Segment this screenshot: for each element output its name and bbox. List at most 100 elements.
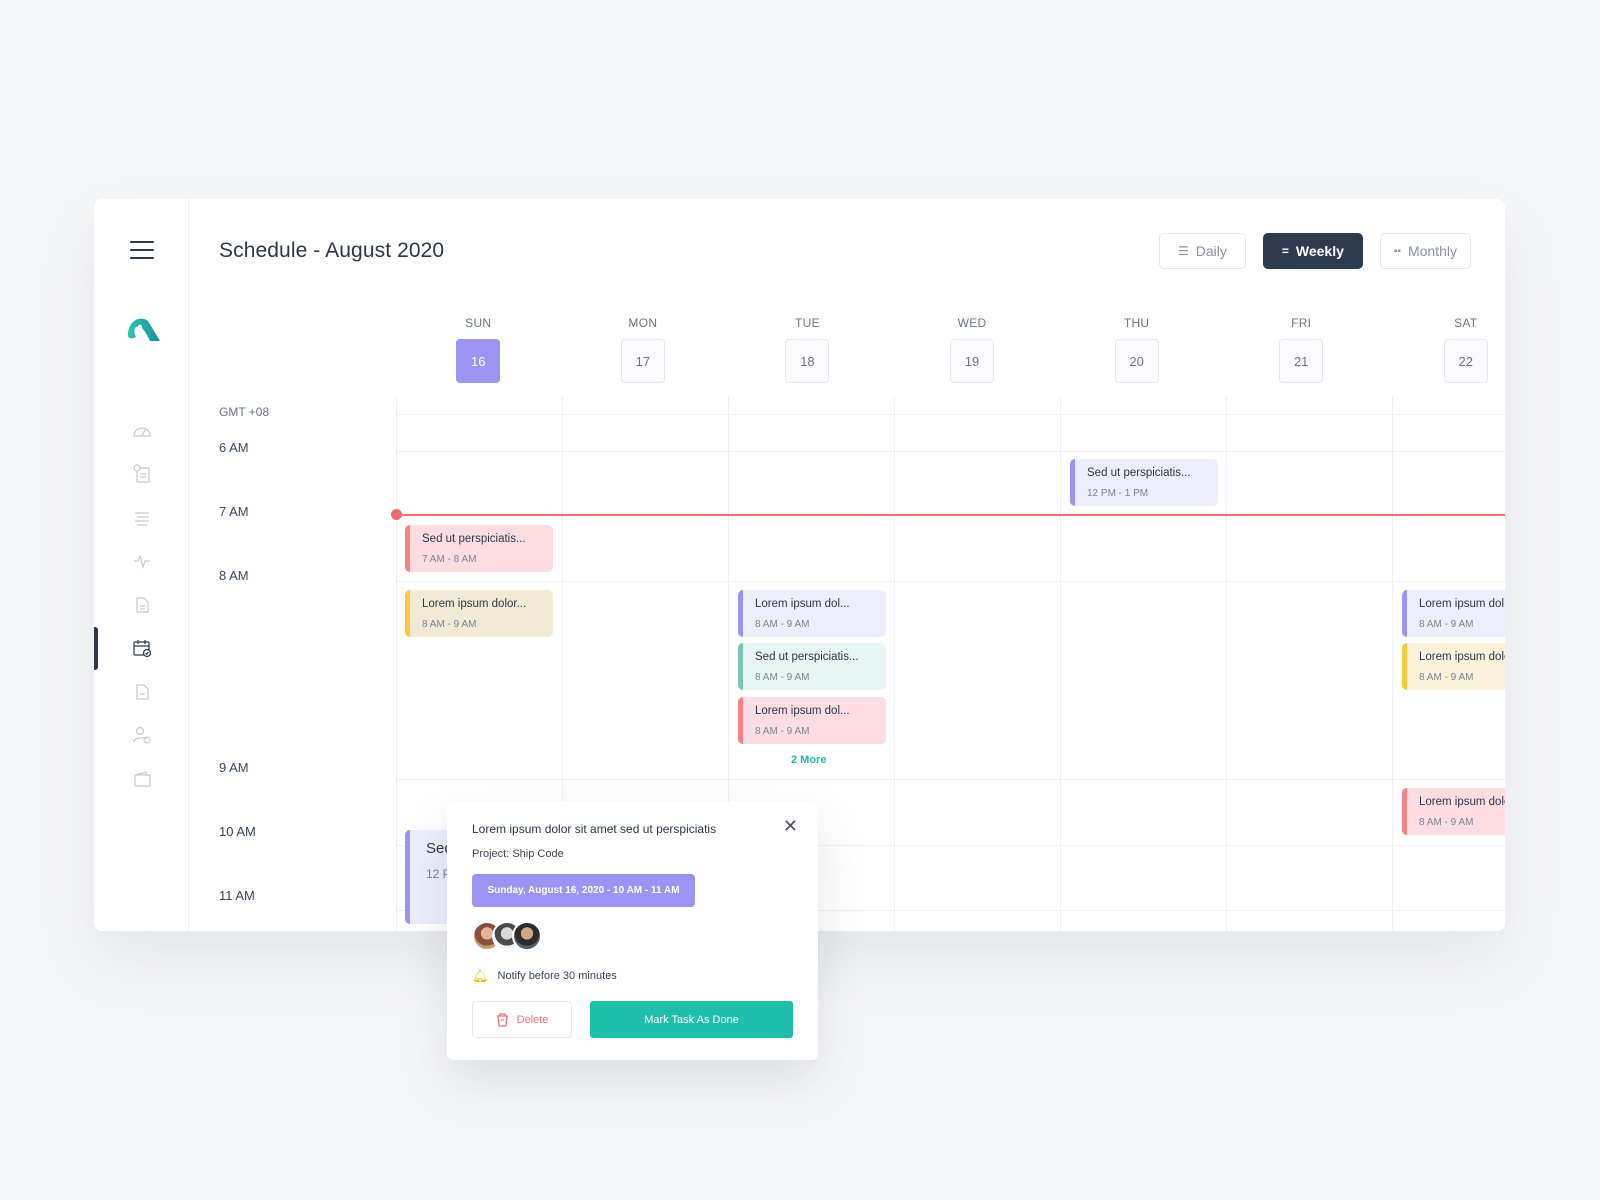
- calendar-check-icon: [132, 640, 151, 658]
- day-name: MON: [628, 316, 658, 330]
- file-icon: [135, 684, 149, 700]
- popup-title: Lorem ipsum dolor sit amet sed ut perspi…: [472, 822, 717, 836]
- event-card[interactable]: Lorem ipsum dolor... 8 AM - 9 AM: [1402, 788, 1505, 835]
- sidebar-item-wallet[interactable]: [94, 757, 189, 801]
- event-time: 8 AM - 9 AM: [422, 619, 477, 630]
- sidebar-item-list[interactable]: [94, 496, 189, 540]
- day-date[interactable]: 18: [785, 339, 830, 383]
- main-panel: Schedule - August 2020 ☰ Daily = Weekly …: [189, 199, 1505, 931]
- delete-button[interactable]: Delete: [472, 1001, 573, 1038]
- current-time-line: [396, 514, 1505, 516]
- event-card[interactable]: Sed ut perspiciatis... 12 PM - 1 PM: [1070, 459, 1218, 506]
- day-column-header: THU 20: [1054, 316, 1219, 383]
- time-label: 11 AM: [219, 888, 255, 903]
- day-date[interactable]: 21: [1279, 339, 1324, 383]
- day-date[interactable]: 16: [456, 339, 501, 383]
- more-events-link[interactable]: 2 More: [791, 754, 826, 766]
- event-time: 7 AM - 8 AM: [422, 554, 477, 565]
- time-label: 8 AM: [219, 568, 249, 583]
- sidebar-item-documents[interactable]: [94, 583, 189, 627]
- notify-row: 🔔︎ Notify before 30 minutes: [472, 968, 793, 984]
- view-weekly-label: Weekly: [1295, 243, 1344, 259]
- day-name: THU: [1123, 316, 1150, 330]
- week-days-header: SUN 16 MON 17 TUE 18 WED 19 THU 20 FRI 21 SAT 2…: [396, 316, 1505, 383]
- view-monthly-button[interactable]: ▪▪ Monthly: [1379, 233, 1471, 269]
- notify-text: Notify before 30 minutes: [497, 970, 617, 982]
- attendee-avatars: [472, 921, 793, 951]
- sidebar-item-dashboard[interactable]: [94, 409, 189, 453]
- day-name: FRI: [1291, 316, 1312, 330]
- grid-line: [1226, 396, 1227, 931]
- avatar[interactable]: [512, 921, 542, 951]
- bell-icon: 🔔︎: [472, 968, 489, 983]
- popup-actions: Delete Mark Task As Done: [472, 1001, 793, 1038]
- wallet-icon: [133, 770, 151, 787]
- day-date[interactable]: 19: [950, 339, 995, 383]
- sidebar-nav: [94, 409, 189, 801]
- timezone-label: GMT +08: [219, 405, 270, 419]
- time-label: 9 AM: [219, 760, 249, 775]
- day-column-header: MON 17: [561, 316, 726, 383]
- event-time: 12 PM - 1 PM: [1087, 488, 1149, 499]
- event-title: Lorem ipsum dolor...: [1419, 796, 1505, 808]
- sidebar-item-tasks[interactable]: [94, 453, 189, 497]
- event-card[interactable]: Sed ut perspiciatis... 7 AM - 8 AM: [405, 525, 553, 572]
- delete-label: Delete: [516, 1013, 549, 1026]
- view-weekly-button[interactable]: = Weekly: [1262, 233, 1363, 269]
- speedometer-icon: [132, 427, 151, 437]
- view-monthly-label: Monthly: [1407, 243, 1457, 259]
- view-switcher: ☰ Daily = Weekly ▪▪ Monthly: [1158, 233, 1471, 269]
- sidebar: [94, 199, 189, 931]
- view-daily-button[interactable]: ☰ Daily: [1158, 233, 1246, 269]
- day-name: TUE: [794, 316, 820, 330]
- event-card[interactable]: Sed ut perspiciatis... 8 AM - 9 AM: [738, 643, 886, 690]
- sidebar-item-files[interactable]: [94, 670, 189, 714]
- list-icon: ☰: [1177, 244, 1189, 258]
- text-align-icon: [134, 512, 149, 526]
- grid-line: [894, 396, 895, 931]
- pulse-icon: [133, 554, 150, 570]
- day-column-header: SUN 16: [396, 316, 561, 383]
- mark-task-done-button[interactable]: Mark Task As Done: [590, 1001, 793, 1038]
- time-label: 6 AM: [219, 440, 249, 455]
- day-date[interactable]: 17: [620, 339, 665, 383]
- event-card[interactable]: Lorem ipsum dol... 8 AM - 9 AM: [1402, 590, 1505, 637]
- time-label: 10 AM: [219, 824, 256, 839]
- day-column-header: WED 19: [890, 316, 1055, 383]
- sidebar-item-schedule[interactable]: [94, 626, 189, 671]
- day-name: WED: [957, 316, 987, 330]
- grid-icon: ▪▪: [1393, 245, 1401, 257]
- equals-icon: =: [1281, 244, 1289, 258]
- event-card[interactable]: Lorem ipsum dolor... 8 AM - 9 AM: [405, 590, 553, 637]
- event-title: Sed ut perspiciatis...: [422, 533, 526, 545]
- logo-icon: [128, 318, 160, 341]
- event-time: 8 AM - 9 AM: [755, 726, 810, 737]
- event-title: Lorem ipsum dol...: [1419, 598, 1505, 610]
- event-detail-popup: Lorem ipsum dolor sit amet sed ut perspi…: [447, 802, 818, 1060]
- event-title: Sed ut perspiciatis...: [755, 651, 859, 663]
- day-date[interactable]: 20: [1114, 339, 1159, 383]
- grid-line: [1060, 396, 1061, 931]
- event-title: Lorem ipsum dol...: [755, 705, 850, 717]
- menu-icon[interactable]: [130, 241, 154, 259]
- sidebar-item-activity[interactable]: [94, 540, 189, 584]
- event-title: Lorem ipsum dolor...: [422, 598, 527, 610]
- event-time: 8 AM - 9 AM: [755, 672, 810, 683]
- day-column-header: TUE 18: [725, 316, 890, 383]
- trash-icon: [496, 1012, 508, 1027]
- event-time: 8 AM - 9 AM: [1419, 672, 1474, 683]
- event-card[interactable]: Lorem ipsum dolor... 8 AM - 9 AM: [1402, 643, 1505, 690]
- event-card[interactable]: Lorem ipsum dol... 8 AM - 9 AM: [738, 697, 886, 744]
- document-icon: [135, 597, 149, 613]
- day-date[interactable]: 22: [1443, 339, 1488, 383]
- view-daily-label: Daily: [1195, 243, 1227, 259]
- event-time: 8 AM - 9 AM: [755, 619, 810, 630]
- close-icon[interactable]: ✕: [783, 816, 798, 837]
- day-name: SUN: [465, 316, 492, 330]
- sidebar-item-users[interactable]: [94, 714, 189, 758]
- day-name: SAT: [1454, 316, 1478, 330]
- page-title: Schedule - August 2020: [219, 239, 445, 262]
- event-title: Lorem ipsum dol...: [755, 598, 850, 610]
- user-clock-icon: [132, 727, 151, 744]
- event-card[interactable]: Lorem ipsum dol... 8 AM - 9 AM: [738, 590, 886, 637]
